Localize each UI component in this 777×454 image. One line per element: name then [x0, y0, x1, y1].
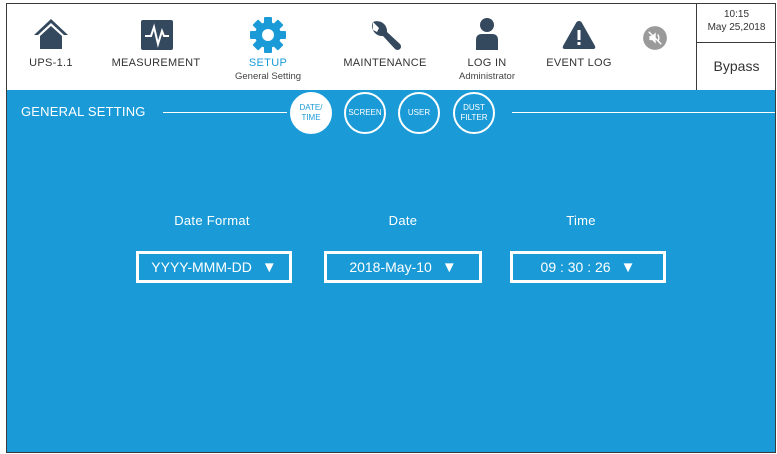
nav-login[interactable]: LOG IN Administrator — [447, 4, 527, 90]
nav-ups-label: UPS-1.1 — [29, 57, 73, 69]
speaker-mute-icon — [635, 24, 675, 64]
waveform-icon — [137, 14, 177, 54]
nav-maintenance[interactable]: MAINTENANCE — [335, 4, 435, 90]
mute-button[interactable] — [635, 4, 675, 90]
date-format-value: YYYY-MMM-DD — [151, 259, 252, 275]
clock-date: May 25,2018 — [707, 22, 766, 33]
title-divider-left — [163, 112, 287, 113]
nav-login-sublabel: Administrator — [459, 71, 515, 82]
tab-date-time-label: DATE/ TIME — [299, 103, 323, 122]
tab-screen-label: SCREEN — [348, 108, 382, 117]
nav-eventlog[interactable]: EVENT LOG — [539, 4, 619, 90]
wrench-icon — [365, 14, 405, 54]
warning-icon — [559, 14, 599, 54]
date-dropdown[interactable]: 2018-May-10 ▼ — [324, 251, 482, 283]
chevron-down-icon: ▼ — [620, 258, 636, 276]
title-divider-right — [512, 112, 775, 113]
nav-measurement-label: MEASUREMENT — [111, 57, 201, 69]
time-value: 09 : 30 : 26 — [540, 259, 611, 275]
home-icon — [31, 14, 71, 54]
chevron-down-icon: ▼ — [261, 258, 277, 276]
nav-login-label: LOG IN — [467, 57, 507, 69]
clock-time: 10:15 — [723, 9, 750, 20]
date-format-dropdown[interactable]: YYYY-MMM-DD ▼ — [136, 251, 292, 283]
nav-setup[interactable]: SETUP General Setting — [223, 4, 313, 90]
time-label: Time — [566, 213, 596, 228]
general-setting-panel: GENERAL SETTING DATE/ TIME SCREEN USER D… — [7, 90, 775, 452]
tab-screen[interactable]: SCREEN — [344, 92, 386, 134]
nav-setup-sublabel: General Setting — [234, 71, 302, 82]
date-format-label: Date Format — [174, 213, 250, 228]
user-icon — [467, 14, 507, 54]
status-divider — [697, 42, 775, 43]
chevron-down-icon: ▼ — [441, 258, 457, 276]
gear-icon — [248, 14, 288, 54]
nav-measurement[interactable]: MEASUREMENT — [105, 4, 207, 90]
operating-mode: Bypass — [713, 58, 760, 74]
tab-dust-filter[interactable]: DUST FILTER — [453, 92, 495, 134]
section-title: GENERAL SETTING — [21, 104, 146, 119]
time-dropdown[interactable]: 09 : 30 : 26 ▼ — [510, 251, 666, 283]
date-value: 2018-May-10 — [349, 259, 432, 275]
ups-screen: UPS-1.1 MEASUREMENT SETUP General Settin… — [6, 3, 776, 453]
nav-ups[interactable]: UPS-1.1 — [15, 4, 87, 90]
tab-dust-filter-label: DUST FILTER — [460, 103, 488, 122]
nav-eventlog-label: EVENT LOG — [546, 57, 612, 69]
top-navigation: UPS-1.1 MEASUREMENT SETUP General Settin… — [7, 4, 775, 90]
date-label: Date — [388, 213, 418, 228]
tab-date-time[interactable]: DATE/ TIME — [290, 92, 332, 134]
nav-maintenance-label: MAINTENANCE — [343, 57, 427, 69]
tab-user[interactable]: USER — [398, 92, 440, 134]
status-box: 10:15 May 25,2018 Bypass — [696, 4, 775, 90]
nav-setup-label: SETUP — [248, 57, 288, 69]
tab-user-label: USER — [407, 108, 431, 117]
